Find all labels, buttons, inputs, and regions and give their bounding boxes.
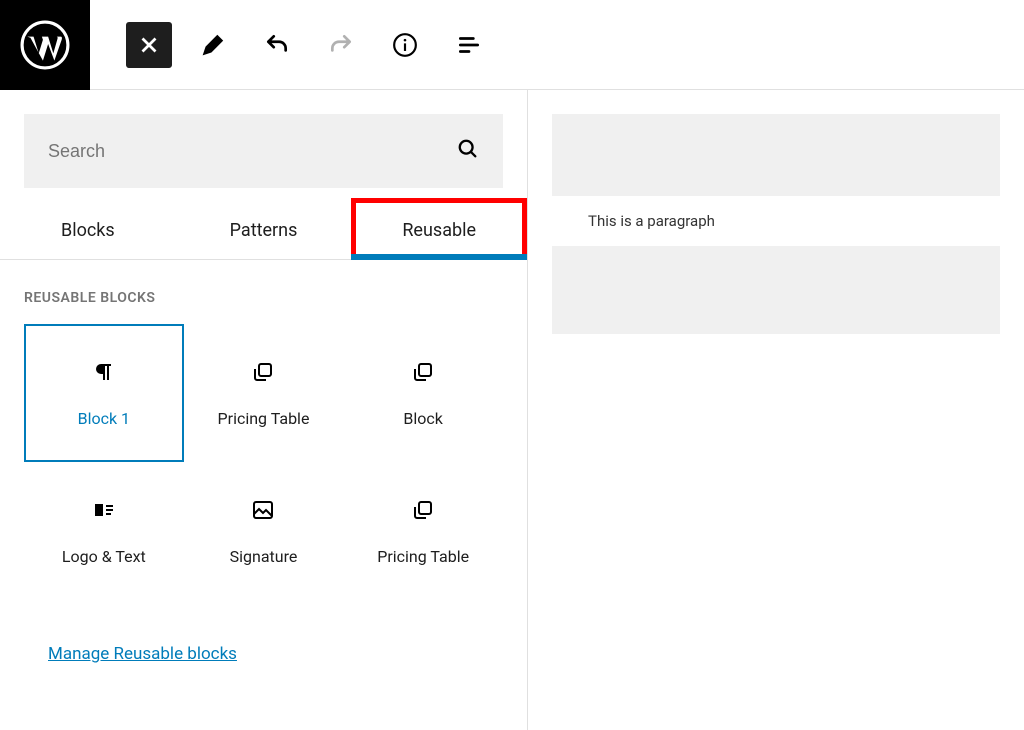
block-label: Pricing Table bbox=[218, 409, 310, 428]
redo-button[interactable] bbox=[318, 22, 364, 68]
blocks-grid: Block 1 Pricing Table Block Logo & Text bbox=[0, 324, 527, 600]
block-item-pricing-table[interactable]: Pricing Table bbox=[184, 324, 344, 462]
inserter-tabs: Blocks Patterns Reusable bbox=[0, 198, 527, 260]
block-item-pricing-table-2[interactable]: Pricing Table bbox=[343, 462, 503, 600]
edit-button[interactable] bbox=[190, 22, 236, 68]
block-item-signature[interactable]: Signature bbox=[184, 462, 344, 600]
wordpress-logo[interactable] bbox=[0, 0, 90, 90]
editor-canvas: This is a paragraph bbox=[528, 90, 1024, 730]
preview-paragraph: This is a paragraph bbox=[552, 196, 1000, 246]
reusable-block-icon bbox=[410, 359, 436, 385]
section-title: REUSABLE BLOCKS bbox=[0, 260, 527, 324]
block-item-logo-text[interactable]: Logo & Text bbox=[24, 462, 184, 600]
undo-button[interactable] bbox=[254, 22, 300, 68]
image-icon bbox=[250, 497, 276, 523]
media-text-icon bbox=[91, 497, 117, 523]
tab-patterns[interactable]: Patterns bbox=[176, 198, 352, 259]
search-icon bbox=[457, 138, 479, 164]
block-label: Block 1 bbox=[78, 409, 130, 428]
search-input[interactable] bbox=[48, 141, 457, 162]
paragraph-icon bbox=[91, 359, 117, 385]
preview-spacer bbox=[552, 246, 1000, 334]
block-item-block[interactable]: Block bbox=[343, 324, 503, 462]
toolbar-actions bbox=[90, 22, 492, 68]
info-button[interactable] bbox=[382, 22, 428, 68]
toolbar bbox=[0, 0, 1024, 90]
reusable-block-icon bbox=[250, 359, 276, 385]
preview-spacer bbox=[552, 114, 1000, 196]
tab-reusable[interactable]: Reusable bbox=[351, 198, 527, 259]
block-label: Pricing Table bbox=[377, 547, 469, 566]
main-area: Blocks Patterns Reusable REUSABLE BLOCKS… bbox=[0, 90, 1024, 730]
outline-button[interactable] bbox=[446, 22, 492, 68]
block-label: Block bbox=[403, 409, 442, 428]
tab-blocks[interactable]: Blocks bbox=[0, 198, 176, 259]
close-inserter-button[interactable] bbox=[126, 22, 172, 68]
search-box bbox=[24, 114, 503, 188]
block-item-block-1[interactable]: Block 1 bbox=[24, 324, 184, 462]
block-label: Logo & Text bbox=[62, 547, 146, 566]
block-preview: This is a paragraph bbox=[552, 114, 1000, 334]
manage-reusable-blocks-link[interactable]: Manage Reusable blocks bbox=[0, 600, 527, 708]
block-label: Signature bbox=[230, 547, 298, 566]
reusable-block-icon bbox=[410, 497, 436, 523]
block-inserter-panel: Blocks Patterns Reusable REUSABLE BLOCKS… bbox=[0, 90, 528, 730]
